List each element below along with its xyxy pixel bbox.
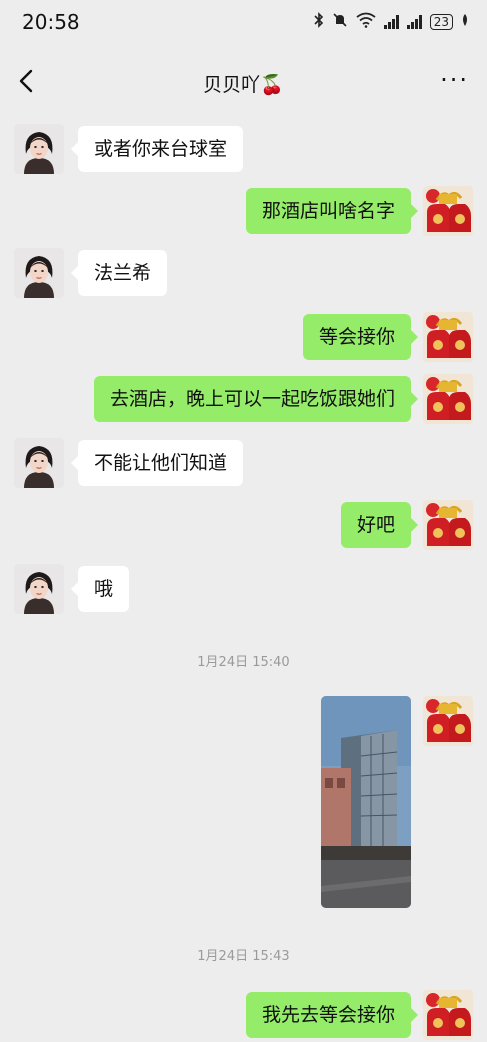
message-bubble-received[interactable]: 或者你来台球室: [70, 126, 244, 172]
status-time: 20:58: [22, 10, 80, 34]
message-timestamp: 1月24日 15:40: [197, 655, 290, 670]
message-row: [0, 696, 487, 910]
avatar[interactable]: [14, 248, 64, 298]
message-bubble-sent[interactable]: 好吧: [340, 502, 419, 548]
avatar[interactable]: [423, 186, 473, 236]
message-row: 不能让他们知道: [0, 438, 487, 490]
image-message[interactable]: [321, 696, 411, 908]
message-row: 好吧: [0, 500, 487, 552]
message-row: 哦: [0, 564, 487, 616]
wifi-icon: [356, 12, 376, 32]
signal-icon-2: [406, 15, 422, 29]
more-options-button[interactable]: ···: [440, 66, 469, 94]
message-row: 等会接你: [0, 312, 487, 364]
message-bubble-sent[interactable]: 去酒店，晚上可以一起吃饭跟她们: [93, 376, 419, 422]
message-timestamp: 1月24日 15:43: [197, 949, 290, 964]
battery-icon: 23: [429, 14, 453, 30]
message-row: 法兰希: [0, 248, 487, 300]
status-bar: 20:58 23: [0, 0, 487, 48]
message-bubble-sent[interactable]: 那酒店叫啥名字: [245, 188, 419, 234]
avatar[interactable]: [423, 990, 473, 1040]
message-bubble-sent[interactable]: 我先去等会接你: [245, 992, 419, 1038]
bluetooth-icon: [314, 12, 324, 32]
avatar[interactable]: [423, 500, 473, 550]
message-bubble-received[interactable]: 哦: [70, 566, 130, 612]
message-row: 我先去等会接你: [0, 990, 487, 1042]
leaf-icon: [461, 13, 469, 31]
avatar[interactable]: [14, 438, 64, 488]
message-bubble-received[interactable]: 不能让他们知道: [70, 440, 244, 486]
nav-bar: 贝贝吖🍒 ···: [0, 52, 487, 110]
message-row: 去酒店，晚上可以一起吃饭跟她们: [0, 374, 487, 426]
message-bubble-sent[interactable]: 等会接你: [302, 314, 419, 360]
signal-icon: [383, 15, 399, 29]
avatar[interactable]: [14, 124, 64, 174]
message-row: 或者你来台球室: [0, 124, 487, 176]
message-row: 那酒店叫啥名字: [0, 186, 487, 238]
avatar[interactable]: [423, 696, 473, 746]
avatar[interactable]: [423, 374, 473, 424]
chat-title: 贝贝吖🍒: [203, 74, 284, 96]
status-icons: 23: [314, 12, 469, 32]
message-bubble-received[interactable]: 法兰希: [70, 250, 168, 296]
mute-icon: [332, 12, 348, 32]
avatar[interactable]: [423, 312, 473, 362]
avatar[interactable]: [14, 564, 64, 614]
